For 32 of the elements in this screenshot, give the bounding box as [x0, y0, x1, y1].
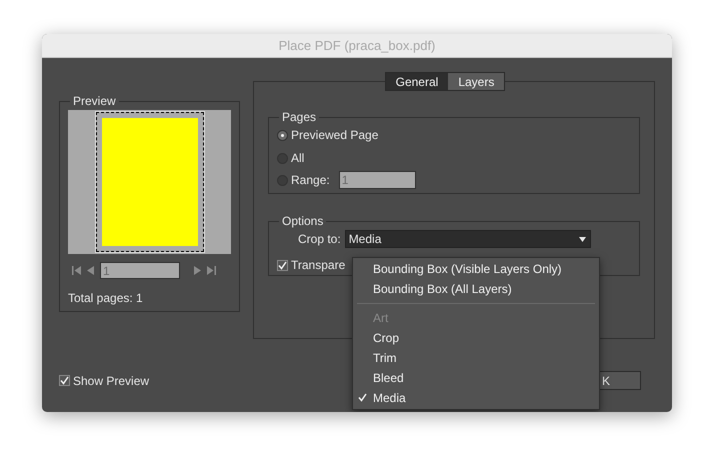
menu-item[interactable]: Crop: [353, 328, 599, 348]
menu-item[interactable]: Trim: [353, 348, 599, 368]
window-title: Place PDF (praca_box.pdf): [278, 36, 436, 55]
crop-to-dropdown[interactable]: Media: [344, 230, 591, 248]
menu-item[interactable]: Media: [353, 388, 599, 408]
tab[interactable]: Layers: [448, 73, 504, 90]
group-label: Options: [281, 213, 324, 230]
last-page-icon[interactable]: [207, 266, 216, 275]
total-pages-text: Total pages: 1: [68, 290, 144, 307]
dropdown-value: Media: [348, 231, 382, 248]
radio-label: All: [291, 150, 304, 167]
menu-item[interactable]: Bounding Box (Visible Layers Only): [353, 259, 599, 279]
menu-item[interactable]: Bleed: [353, 368, 599, 388]
ok-button[interactable]: K: [599, 371, 641, 390]
tab[interactable]: General: [386, 73, 448, 90]
radio-button[interactable]: [277, 130, 288, 140]
group-label: Pages: [281, 109, 318, 126]
radio-button[interactable]: [277, 174, 288, 186]
checkbox[interactable]: [277, 260, 288, 270]
radio-label: Previewed Page: [291, 127, 378, 144]
radio-button[interactable]: [277, 152, 288, 164]
crop-to-label: Crop to:: [298, 231, 341, 248]
group-label: Preview: [72, 93, 117, 110]
radio-label: Range:: [291, 172, 330, 189]
menu-item[interactable]: Bounding Box (All Layers): [353, 279, 599, 299]
checkbox-label: Show Preview: [73, 372, 150, 390]
checkbox-label: Transpare: [291, 257, 346, 274]
checkbox[interactable]: [59, 375, 70, 386]
dropdown-arrow-icon: [578, 236, 586, 242]
first-page-icon[interactable]: [72, 266, 81, 275]
previous-page-icon[interactable]: [87, 266, 94, 275]
next-page-icon[interactable]: [194, 266, 201, 275]
